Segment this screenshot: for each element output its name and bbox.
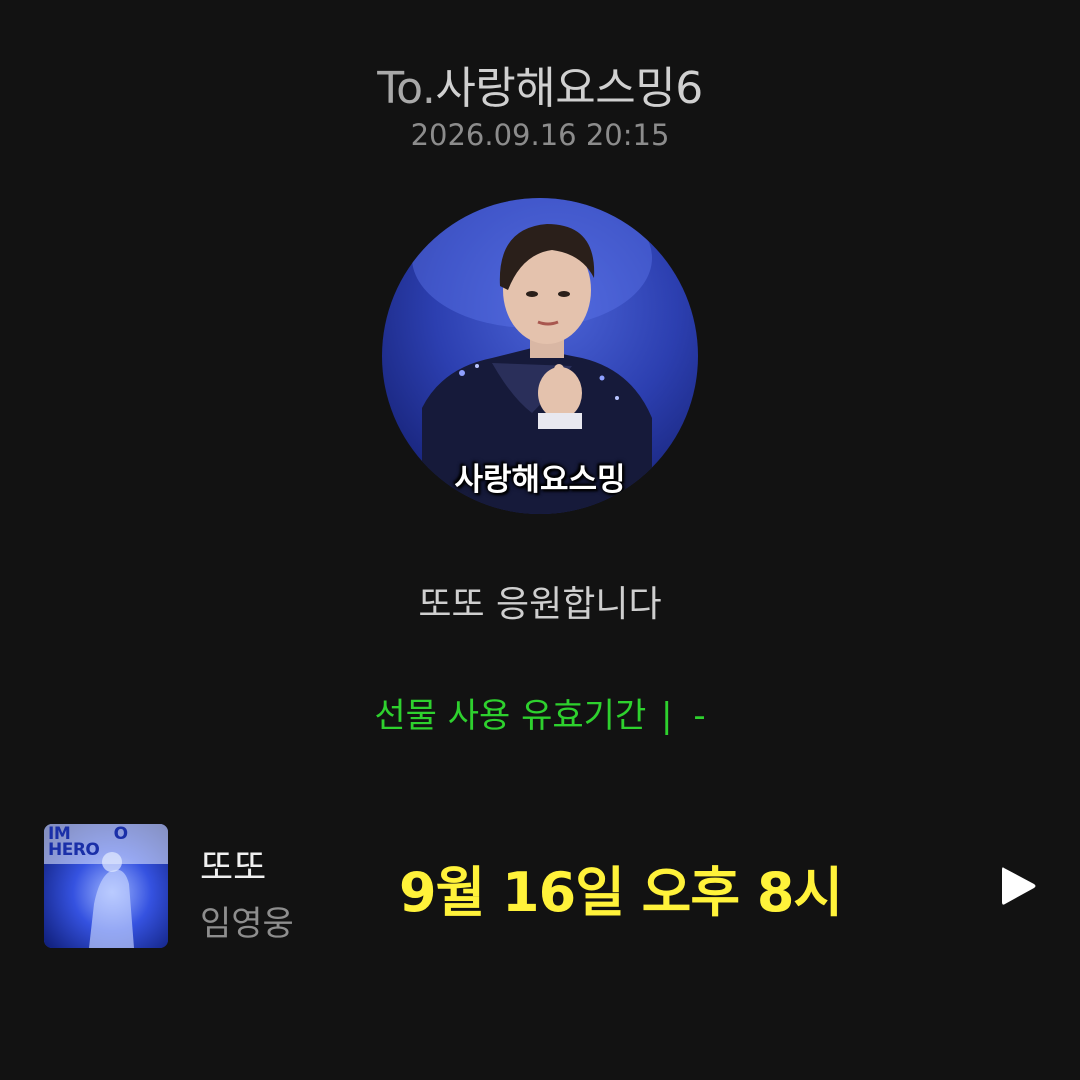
profile-caption: 사랑해요스밍 xyxy=(454,462,626,498)
validity-value: - xyxy=(693,696,706,736)
gift-message: 또또 응원합니다 xyxy=(418,584,662,625)
validity-label: 선물 사용 유효기간 xyxy=(374,696,647,736)
album-art-title: IM O HERO xyxy=(48,824,128,860)
album-art[interactable]: IM O HERO xyxy=(44,824,168,948)
gift-card-screen: To.사랑해요스밍6 2026.09.16 20:15 사랑해요스밍 또또 응원… xyxy=(0,0,1080,1080)
play-button[interactable] xyxy=(998,864,1038,908)
validity-line: 선물 사용 유효기간 | - xyxy=(0,688,1080,737)
broadcast-date-overlay: 9월 16일 오후 8시 xyxy=(399,861,843,924)
profile-avatar[interactable]: 사랑해요스밍 xyxy=(382,198,698,514)
recipient-name: 사랑해요스밍6 xyxy=(435,63,703,114)
sent-timestamp: 2026.09.16 20:15 xyxy=(410,118,670,152)
track-title: 또또 xyxy=(200,847,267,888)
track-row[interactable]: IM O HERO 또또 임영웅 9월 16일 오후 8시 xyxy=(44,824,1044,950)
play-icon xyxy=(1002,867,1036,905)
recipient-line: To.사랑해요스밍6 xyxy=(0,52,1080,116)
recipient-prefix: To. xyxy=(377,63,436,114)
validity-separator: | xyxy=(661,696,673,736)
track-artist: 임영웅 xyxy=(200,904,294,944)
